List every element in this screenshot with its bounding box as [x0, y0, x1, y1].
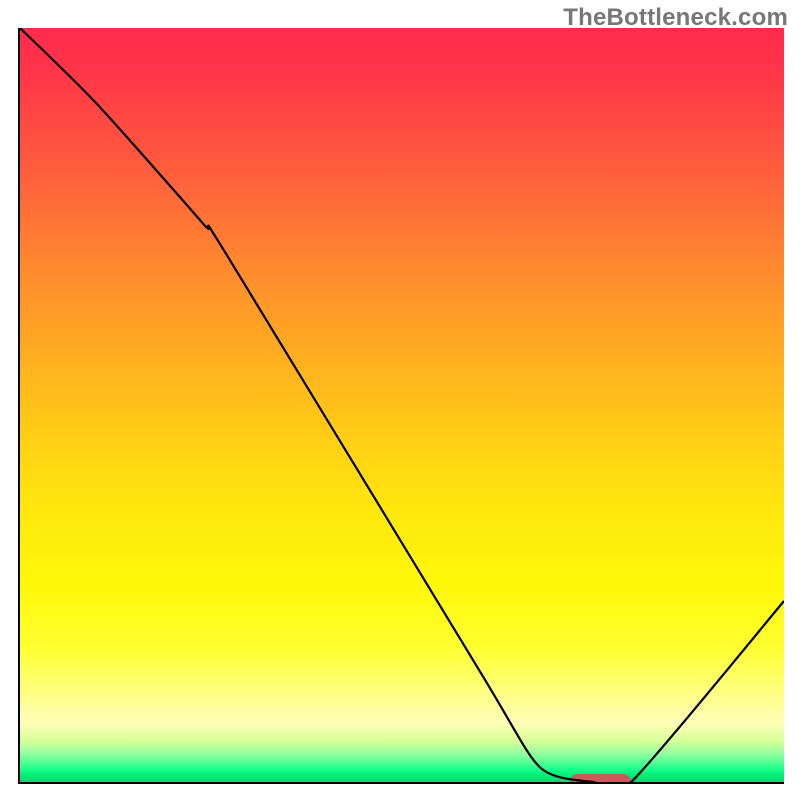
optimal-range-marker	[570, 774, 631, 784]
chart-container: TheBottleneck.com	[0, 0, 800, 800]
plot-area	[18, 28, 784, 784]
watermark-text: TheBottleneck.com	[563, 4, 788, 32]
gradient-background	[20, 28, 784, 782]
